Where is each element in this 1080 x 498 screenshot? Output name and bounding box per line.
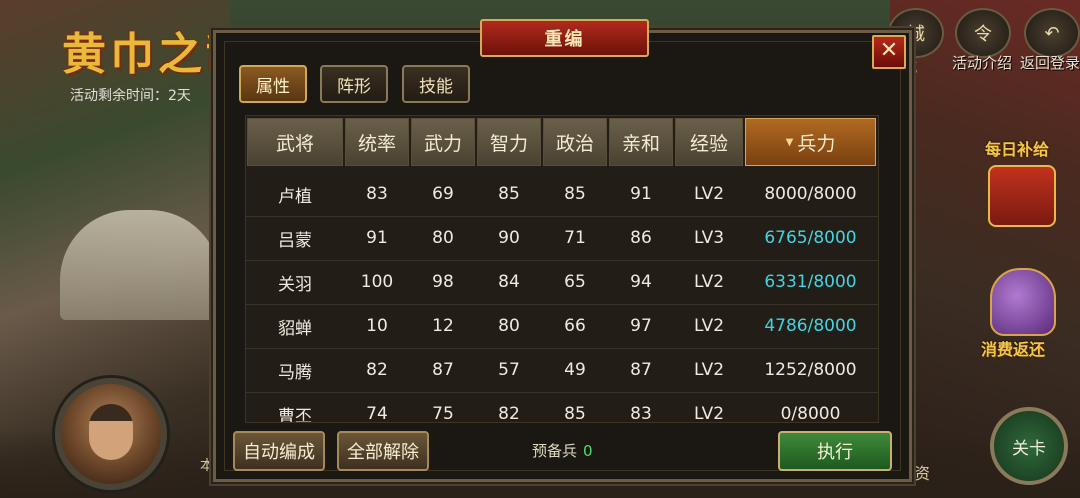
header-troops-label: 兵力	[797, 132, 836, 155]
cell-politics: 85	[564, 184, 586, 204]
cell-leadership: 74	[366, 404, 388, 423]
cell-politics: 66	[564, 316, 586, 336]
cell-intelligence: 80	[498, 316, 520, 336]
general-table: 武将 统率 武力 智力 政治 亲和 经验 ▼ 兵力 卢植 83 69 85 85 91 LV…	[245, 115, 879, 423]
cell-general: 卢植	[278, 186, 312, 207]
cell-affinity: 87	[630, 360, 652, 380]
level-button[interactable]: 关卡	[990, 407, 1068, 485]
header-general[interactable]: 武将	[247, 118, 343, 166]
cell-general: 吕蒙	[278, 230, 312, 251]
cell-troops: 6765/8000	[764, 228, 857, 248]
header-affinity[interactable]: 亲和	[609, 118, 673, 166]
cell-general: 曹丕	[278, 406, 312, 423]
cell-experience: LV2	[693, 360, 725, 380]
header-leadership[interactable]: 统率	[345, 118, 409, 166]
cell-leadership: 82	[366, 360, 388, 380]
gift-bag-icon[interactable]	[990, 268, 1056, 336]
close-button[interactable]: ✕	[872, 35, 906, 69]
release-all-button[interactable]: 全部解除	[337, 431, 429, 471]
cell-leadership: 100	[360, 272, 394, 292]
avatar-face	[89, 404, 133, 460]
table-row[interactable]: 马腾 82 87 57 49 87 LV2 1252/8000	[246, 348, 878, 393]
header-experience[interactable]: 经验	[675, 118, 743, 166]
cell-politics: 85	[564, 404, 586, 423]
cell-intelligence: 82	[498, 404, 520, 423]
cell-affinity: 97	[630, 316, 652, 336]
table-row[interactable]: 吕蒙 91 80 90 71 86 LV3 6765/8000	[246, 216, 878, 261]
player-avatar[interactable]	[55, 378, 167, 490]
cell-leadership: 10	[366, 316, 388, 336]
table-row[interactable]: 卢植 83 69 85 85 91 LV2 8000/8000	[246, 172, 878, 217]
reserve-value: 0	[583, 442, 593, 460]
tab-formation[interactable]: 阵形	[320, 65, 388, 103]
treasure-chest-icon[interactable]	[988, 165, 1056, 227]
cell-intelligence: 84	[498, 272, 520, 292]
return-arrow-icon[interactable]: ↶	[1024, 8, 1080, 58]
tab-attributes[interactable]: 属性	[239, 65, 307, 103]
tent-image	[60, 210, 220, 320]
cell-politics: 65	[564, 272, 586, 292]
cell-affinity: 91	[630, 184, 652, 204]
header-politics[interactable]: 政治	[543, 118, 607, 166]
cell-troops: 4786/8000	[764, 316, 857, 336]
cell-experience: LV2	[693, 272, 725, 292]
table-row[interactable]: 曹丕 74 75 82 85 83 LV2 0/8000	[246, 392, 878, 423]
cell-general: 貂蝉	[278, 318, 312, 339]
reserve-troops: 预备兵 0	[532, 440, 593, 461]
return-login-label[interactable]: 返回登录	[1020, 54, 1080, 72]
cell-experience: LV3	[693, 228, 725, 248]
cell-force: 87	[432, 360, 454, 380]
header-intelligence[interactable]: 智力	[477, 118, 541, 166]
cell-force: 69	[432, 184, 454, 204]
cell-general: 马腾	[278, 362, 312, 383]
cell-force: 12	[432, 316, 454, 336]
cell-troops: 6331/8000	[764, 272, 857, 292]
cell-politics: 49	[564, 360, 586, 380]
cell-politics: 71	[564, 228, 586, 248]
cell-force: 80	[432, 228, 454, 248]
activity-intro-label[interactable]: 活动介绍	[952, 54, 1012, 72]
cell-troops: 8000/8000	[764, 184, 857, 204]
table-row[interactable]: 关羽 100 98 84 65 94 LV2 6331/8000	[246, 260, 878, 305]
cell-affinity: 86	[630, 228, 652, 248]
cell-leadership: 83	[366, 184, 388, 204]
reserve-label: 预备兵	[532, 442, 578, 460]
activity-intro-icon[interactable]: 令	[955, 8, 1011, 58]
dialog-title-plate: 重编	[480, 19, 649, 57]
cell-experience: LV2	[693, 184, 725, 204]
cell-troops: 1252/8000	[764, 360, 857, 380]
spend-rebate-label[interactable]: 消费返还	[981, 336, 1045, 360]
cell-affinity: 94	[630, 272, 652, 292]
tab-skills[interactable]: 技能	[402, 65, 470, 103]
cell-leadership: 91	[366, 228, 388, 248]
daily-supply-label[interactable]: 每日补给	[985, 136, 1049, 160]
execute-button[interactable]: 执行	[778, 431, 892, 471]
left-label-fragment: 本	[200, 458, 214, 474]
cell-intelligence: 90	[498, 228, 520, 248]
dialog-title: 重编	[544, 29, 585, 50]
auto-form-button[interactable]: 自动编成	[233, 431, 325, 471]
sort-down-icon: ▼	[785, 136, 794, 148]
cell-force: 75	[432, 404, 454, 423]
table-row[interactable]: 貂蝉 10 12 80 66 97 LV2 4786/8000	[246, 304, 878, 349]
cell-force: 98	[432, 272, 454, 292]
cell-experience: LV2	[693, 316, 725, 336]
cell-affinity: 83	[630, 404, 652, 423]
cell-troops: 0/8000	[780, 404, 841, 423]
cell-experience: LV2	[693, 404, 725, 423]
cell-intelligence: 85	[498, 184, 520, 204]
event-time-remaining: 活动剩余时间：2天	[70, 88, 191, 104]
cell-intelligence: 57	[498, 360, 520, 380]
header-force[interactable]: 武力	[411, 118, 475, 166]
reorganize-dialog: 重编 ✕ 属性 阵形 技能 武将 统率 武力 智力 政治 亲和 经验 ▼ 兵力 …	[213, 19, 912, 482]
header-troops[interactable]: ▼ 兵力	[745, 118, 876, 166]
cell-general: 关羽	[278, 274, 312, 295]
